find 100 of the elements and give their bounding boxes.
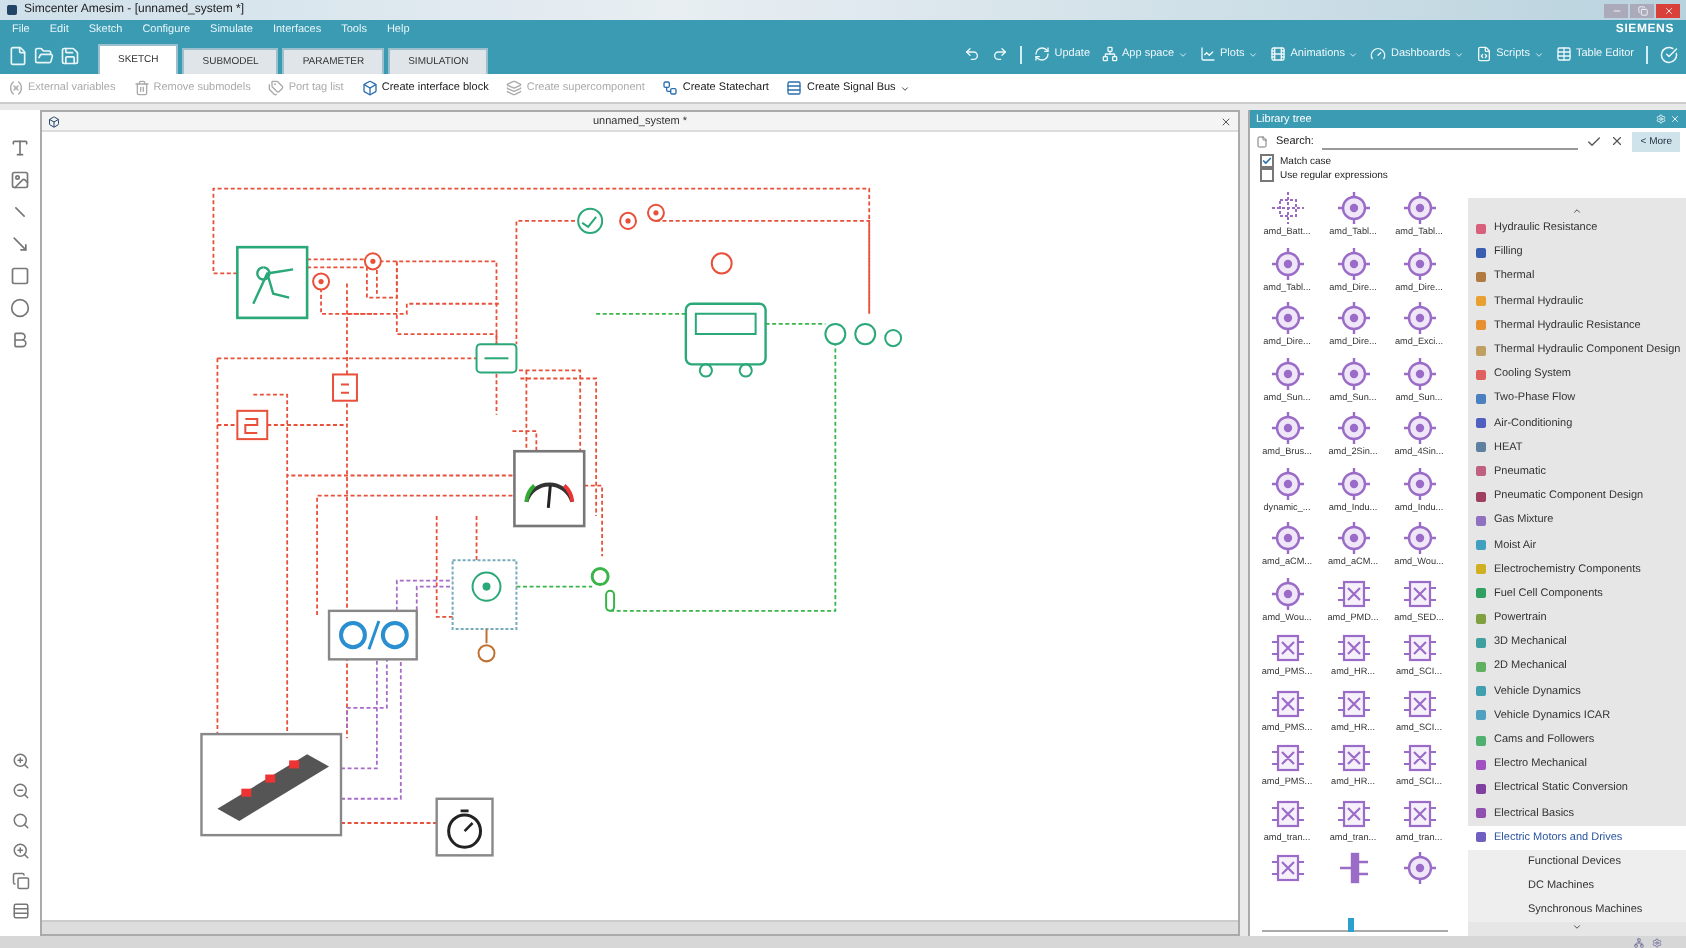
table-icon <box>1555 46 1572 62</box>
windows-icon[interactable] <box>11 872 29 890</box>
gauge-icon <box>1370 46 1387 62</box>
motor-symbol-icon <box>1269 245 1305 281</box>
machine-symbol-icon <box>1335 575 1371 611</box>
block-icon <box>361 80 378 96</box>
zoom-in-icon[interactable] <box>11 752 29 770</box>
network-icon <box>1634 937 1644 947</box>
motor-symbol-icon <box>1335 465 1371 501</box>
open-folder-icon[interactable] <box>34 46 54 66</box>
check-icon[interactable] <box>1660 45 1678 63</box>
caret-icon <box>1248 49 1259 59</box>
motor-symbol-icon <box>1401 465 1437 501</box>
panel-icon[interactable] <box>11 902 29 920</box>
caret-icon <box>1178 49 1189 59</box>
zoom-slider[interactable] <box>1262 918 1448 932</box>
variable-icon <box>8 80 24 96</box>
image-tool-icon[interactable] <box>10 170 30 190</box>
motor-symbol-icon <box>1269 520 1305 556</box>
machine-symbol-icon <box>1401 795 1437 831</box>
motor-symbol-icon <box>1335 355 1371 391</box>
layers-icon <box>506 80 523 96</box>
motor-symbol-icon <box>1335 245 1371 281</box>
motor-symbol-icon <box>1401 850 1437 886</box>
machine-symbol-icon <box>1401 685 1437 721</box>
gain-block <box>332 373 358 402</box>
machine-symbol-icon <box>1335 630 1371 666</box>
rectangle-tool-icon[interactable] <box>10 266 30 286</box>
motor-symbol-icon <box>1401 520 1437 556</box>
undo-icon[interactable] <box>964 46 981 62</box>
ellipse-tool-icon[interactable] <box>10 298 30 318</box>
driver-block <box>236 245 309 320</box>
machine-symbol-icon <box>1401 575 1437 611</box>
motor-symbol-icon <box>1401 355 1437 391</box>
junction-node <box>646 203 665 222</box>
ground-node <box>477 629 496 663</box>
machine-symbol-icon <box>1269 630 1305 666</box>
motor-symbol-icon <box>1269 575 1305 611</box>
motor-symbol-icon <box>1335 190 1371 226</box>
motor-symbol-icon <box>1269 465 1305 501</box>
wheel-node <box>590 566 616 612</box>
sensor-node <box>577 207 604 235</box>
scroll-up-icon[interactable] <box>1572 206 1582 216</box>
search-icon[interactable] <box>11 812 29 830</box>
machine-symbol-icon <box>1269 740 1305 776</box>
battery-pack-block <box>200 732 343 837</box>
zoom-out-icon[interactable] <box>11 782 29 800</box>
motor-symbol-icon <box>1401 245 1437 281</box>
settings-icon <box>1652 937 1662 947</box>
gain-block <box>236 409 269 441</box>
refresh-icon <box>1034 46 1051 62</box>
motor-symbol-icon <box>1335 410 1371 446</box>
close-icon[interactable] <box>1220 115 1232 127</box>
bus-icon <box>786 80 803 96</box>
arrow-tool-icon[interactable] <box>10 234 30 254</box>
machine-symbol-icon <box>1335 685 1371 721</box>
motor-symbol-icon <box>1269 410 1305 446</box>
restore-icon <box>1637 5 1647 15</box>
motor-symbol-icon <box>1401 410 1437 446</box>
junction-node <box>312 272 331 291</box>
clear-icon[interactable] <box>1610 134 1625 148</box>
sensor-node <box>824 322 903 348</box>
machine-symbol-icon <box>1401 630 1437 666</box>
machine-symbol-icon <box>1269 795 1305 831</box>
gauge-block <box>513 449 586 528</box>
zoom-fit-icon[interactable] <box>11 842 29 860</box>
converter-block <box>327 609 418 661</box>
motor-symbol-icon <box>1269 355 1305 391</box>
caret-icon <box>899 83 910 93</box>
motor-symbol-icon <box>1335 300 1371 336</box>
document-icon <box>48 115 60 127</box>
checkbox[interactable] <box>1260 168 1274 182</box>
line-chart-icon <box>1200 46 1217 62</box>
interface-node <box>475 343 518 374</box>
scroll-down-icon[interactable] <box>1572 922 1582 933</box>
redo-icon[interactable] <box>992 46 1009 62</box>
new-file-icon[interactable] <box>8 46 28 66</box>
settings-icon[interactable] <box>1656 114 1666 124</box>
motor-symbol-icon <box>1401 190 1437 226</box>
caret-icon <box>1348 49 1359 59</box>
network-icon <box>1102 46 1119 62</box>
slider-thumb[interactable] <box>1347 918 1354 932</box>
script-icon <box>1476 46 1493 62</box>
motor-block <box>451 559 518 631</box>
minimize-icon <box>1611 5 1621 15</box>
bold-tool-icon[interactable] <box>10 330 30 350</box>
motor-symbol-icon <box>1335 520 1371 556</box>
checkbox[interactable] <box>1260 154 1274 168</box>
check-icon[interactable] <box>1586 133 1603 149</box>
save-icon[interactable] <box>60 46 80 66</box>
tag-icon <box>268 80 285 96</box>
connection-wire <box>764 323 827 325</box>
machine-symbol-icon <box>1335 795 1371 831</box>
horizontal-scrollbar[interactable] <box>42 920 1238 934</box>
close-button[interactable] <box>1656 3 1680 17</box>
text-tool-icon[interactable] <box>10 138 30 158</box>
junction-node <box>619 211 637 230</box>
file-icon <box>1256 135 1268 147</box>
junction-node <box>363 252 382 271</box>
motor-symbol-icon <box>1401 300 1437 336</box>
